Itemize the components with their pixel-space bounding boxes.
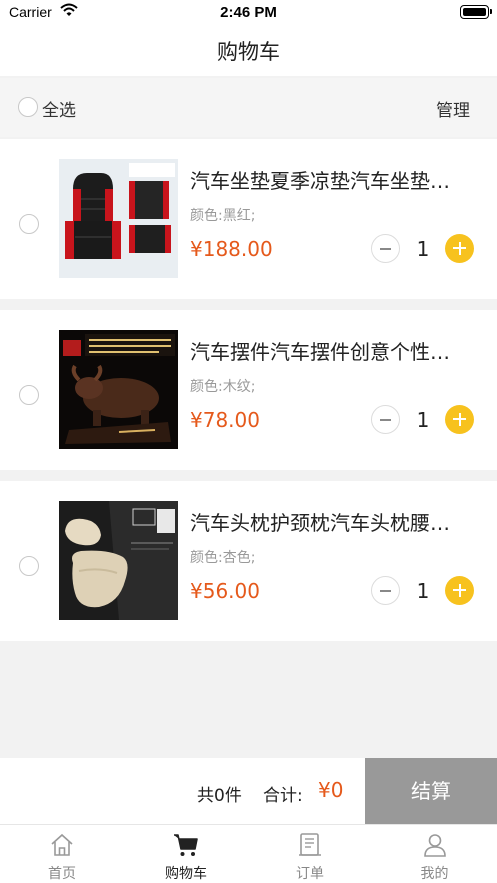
increase-quantity-button[interactable] — [445, 234, 474, 263]
increase-quantity-button[interactable] — [445, 576, 474, 605]
cart-toolbar: 全选 管理 — [0, 78, 497, 137]
tab-cart[interactable]: 购物车 — [124, 825, 248, 883]
tab-home[interactable]: 首页 — [0, 825, 124, 883]
tab-bar: 首页 购物车 订单 我的 — [0, 824, 497, 883]
tab-orders[interactable]: 订单 — [248, 825, 372, 883]
select-all-label[interactable]: 全选 — [42, 96, 76, 121]
item-title[interactable]: 汽车头枕护颈枕汽车头枕腰靠套装 — [190, 507, 465, 536]
quantity-value: 1 — [416, 408, 430, 432]
item-checkbox[interactable] — [19, 385, 39, 405]
item-title[interactable]: 汽车摆件汽车摆件创意个性车载摆件 — [190, 336, 465, 365]
item-spec: 颜色:木纹; — [190, 379, 256, 395]
bull-ornament-image[interactable] — [59, 330, 178, 449]
quantity-value: 1 — [416, 237, 430, 261]
cart-item[interactable]: 汽车摆件汽车摆件创意个性车载摆件 颜色:木纹; ¥78.00 1 — [0, 310, 497, 470]
battery-icon — [460, 5, 492, 19]
cart-icon — [174, 834, 198, 856]
item-checkbox[interactable] — [19, 556, 39, 576]
checkout-button[interactable]: 结算 — [365, 758, 497, 824]
item-spec: 颜色:杏色; — [190, 550, 256, 566]
clock: 2:46 PM — [220, 4, 277, 21]
cart-item[interactable]: 汽车头枕护颈枕汽车头枕腰靠套装 颜色:杏色; ¥56.00 1 — [0, 481, 497, 641]
decrease-quantity-button[interactable] — [371, 234, 400, 263]
item-spec: 颜色:黑红; — [190, 208, 256, 224]
home-icon — [51, 833, 73, 856]
item-price: ¥188.00 — [190, 237, 273, 261]
headrest-pillow-image[interactable] — [59, 501, 178, 620]
manage-button[interactable]: 管理 — [436, 96, 470, 121]
seat-cushion-image[interactable] — [59, 159, 178, 278]
quantity-value: 1 — [416, 579, 430, 603]
checkout-bar: 共0件 合计: ¥0 结算 — [0, 758, 497, 824]
status-bar: Carrier 2:46 PM — [0, 0, 497, 26]
decrease-quantity-button[interactable] — [371, 405, 400, 434]
user-icon — [423, 834, 446, 857]
nav-bar: 购物车 — [0, 26, 497, 76]
select-all-checkbox[interactable] — [18, 97, 38, 117]
tab-label: 订单 — [296, 866, 324, 882]
decrease-quantity-button[interactable] — [371, 576, 400, 605]
total-label: 合计: — [263, 786, 303, 806]
cart-item[interactable]: 汽车坐垫夏季凉垫汽车坐垫四季通用座垫 颜色:黑红; ¥188.00 1 — [0, 139, 497, 299]
page-title: 购物车 — [217, 40, 280, 64]
item-checkbox[interactable] — [19, 214, 39, 234]
order-icon — [299, 833, 321, 856]
item-price: ¥78.00 — [190, 408, 260, 432]
increase-quantity-button[interactable] — [445, 405, 474, 434]
item-price: ¥56.00 — [190, 579, 260, 603]
tab-label: 首页 — [48, 866, 76, 882]
tab-label: 购物车 — [165, 866, 207, 882]
tab-profile[interactable]: 我的 — [372, 825, 497, 883]
item-title[interactable]: 汽车坐垫夏季凉垫汽车坐垫四季通用座垫 — [190, 165, 465, 194]
total-value: ¥0 — [318, 778, 344, 802]
tab-label: 我的 — [420, 866, 449, 882]
item-count: 共0件 — [197, 786, 242, 806]
